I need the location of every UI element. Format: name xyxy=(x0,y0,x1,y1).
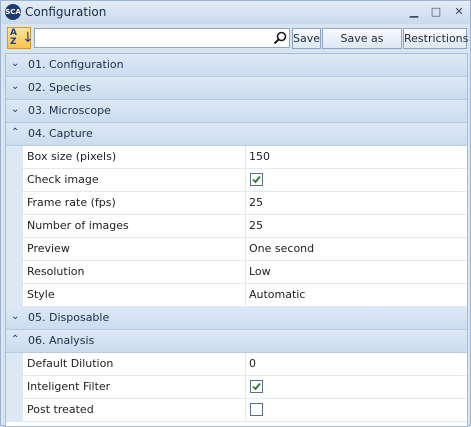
post-treated-checkbox[interactable] xyxy=(250,403,263,416)
category-species[interactable]: ⌄ 02. Species xyxy=(6,77,467,100)
property-grid: ⌄ 01. Configuration ⌄ 02. Species ⌄ 03. … xyxy=(5,53,468,427)
configuration-window: SCA Configuration ▁ □ ✕ AZ ↓ Save Save a… xyxy=(0,0,471,427)
chevron-down-icon[interactable]: ⌄ xyxy=(11,310,21,324)
property-row-box-size[interactable]: Box size (pixels) 150 xyxy=(6,146,467,169)
property-value[interactable]: 25 xyxy=(246,192,467,215)
toolbar: AZ ↓ Save Save as default Restrictions xyxy=(5,27,468,64)
app-logo-icon: SCA xyxy=(5,4,21,20)
restrictions-button[interactable]: Restrictions xyxy=(403,28,468,49)
chevron-up-icon[interactable]: ⌃ xyxy=(11,126,21,140)
close-icon[interactable]: ✕ xyxy=(450,4,468,20)
property-name: Post treated xyxy=(23,399,246,422)
property-value xyxy=(246,376,467,399)
chevron-down-icon[interactable]: ⌄ xyxy=(11,103,21,117)
row-gutter xyxy=(6,215,23,238)
save-button[interactable]: Save xyxy=(292,28,321,49)
check-image-checkbox[interactable] xyxy=(250,173,263,186)
property-row-preview[interactable]: Preview One second xyxy=(6,238,467,261)
property-row-style[interactable]: Style Automatic xyxy=(6,284,467,307)
row-gutter xyxy=(6,376,23,399)
property-name: Frame rate (fps) xyxy=(23,192,246,215)
category-disposable[interactable]: ⌄ 05. Disposable xyxy=(6,307,467,330)
property-value xyxy=(246,169,467,192)
sort-az-button[interactable]: AZ ↓ xyxy=(7,27,34,49)
window-title: Configuration xyxy=(25,5,107,19)
category-label: 01. Configuration xyxy=(28,58,124,71)
property-name: Resolution xyxy=(23,261,246,284)
minimize-icon[interactable]: ▁ xyxy=(405,4,423,20)
category-label: 03. Microscope xyxy=(28,104,111,117)
category-capture[interactable]: ⌃ 04. Capture xyxy=(6,123,467,146)
property-value[interactable]: 25 xyxy=(246,215,467,238)
row-gutter xyxy=(6,284,23,307)
category-microscope[interactable]: ⌄ 03. Microscope xyxy=(6,100,467,123)
sort-arrow-icon: ↓ xyxy=(22,30,34,46)
row-gutter xyxy=(6,169,23,192)
property-row-post-treated[interactable]: Post treated xyxy=(6,399,467,422)
category-configuration[interactable]: ⌄ 01. Configuration xyxy=(6,54,467,77)
property-name: Check image xyxy=(23,169,246,192)
category-analysis[interactable]: ⌃ 06. Analysis xyxy=(6,330,467,353)
property-name: Inteligent Filter xyxy=(23,376,246,399)
property-name: Style xyxy=(23,284,246,307)
chevron-down-icon[interactable]: ⌄ xyxy=(11,57,21,71)
category-label: 04. Capture xyxy=(28,127,93,140)
title-bar[interactable]: SCA Configuration ▁ □ ✕ xyxy=(1,1,470,24)
property-name: Number of images xyxy=(23,215,246,238)
chevron-up-icon[interactable]: ⌃ xyxy=(11,333,21,347)
property-name: Preview xyxy=(23,238,246,261)
row-gutter xyxy=(6,146,23,169)
category-label: 02. Species xyxy=(28,81,92,94)
row-gutter xyxy=(6,261,23,284)
maximize-icon[interactable]: □ xyxy=(427,4,445,20)
row-gutter xyxy=(6,399,23,422)
chevron-down-icon[interactable]: ⌄ xyxy=(11,80,21,94)
checkmark-icon xyxy=(252,175,261,184)
row-gutter xyxy=(6,192,23,215)
property-row-frame-rate[interactable]: Frame rate (fps) 25 xyxy=(6,192,467,215)
property-row-inteligent-filter[interactable]: Inteligent Filter xyxy=(6,376,467,399)
search-icon[interactable] xyxy=(273,31,287,45)
checkmark-icon xyxy=(252,382,261,391)
row-gutter xyxy=(6,238,23,261)
property-value[interactable]: One second xyxy=(246,238,467,261)
save-as-default-button[interactable]: Save as default xyxy=(322,28,402,64)
inteligent-filter-checkbox[interactable] xyxy=(250,380,263,393)
property-value[interactable]: Automatic xyxy=(246,284,467,307)
category-label: 06. Analysis xyxy=(28,334,95,347)
property-name: Default Dilution xyxy=(23,353,246,376)
property-row-resolution[interactable]: Resolution Low xyxy=(6,261,467,284)
property-value xyxy=(246,399,467,422)
property-row-check-image[interactable]: Check image xyxy=(6,169,467,192)
property-row-default-dilution[interactable]: Default Dilution 0 xyxy=(6,353,467,376)
property-value[interactable]: Low xyxy=(246,261,467,284)
category-label: 05. Disposable xyxy=(28,311,110,324)
property-value[interactable]: 0 xyxy=(246,353,467,376)
sort-az-icon: AZ xyxy=(10,28,17,47)
search-input[interactable] xyxy=(34,28,290,48)
property-value[interactable]: 150 xyxy=(246,146,467,169)
property-row-number-of-images[interactable]: Number of images 25 xyxy=(6,215,467,238)
row-gutter xyxy=(6,353,23,376)
property-name: Box size (pixels) xyxy=(23,146,246,169)
